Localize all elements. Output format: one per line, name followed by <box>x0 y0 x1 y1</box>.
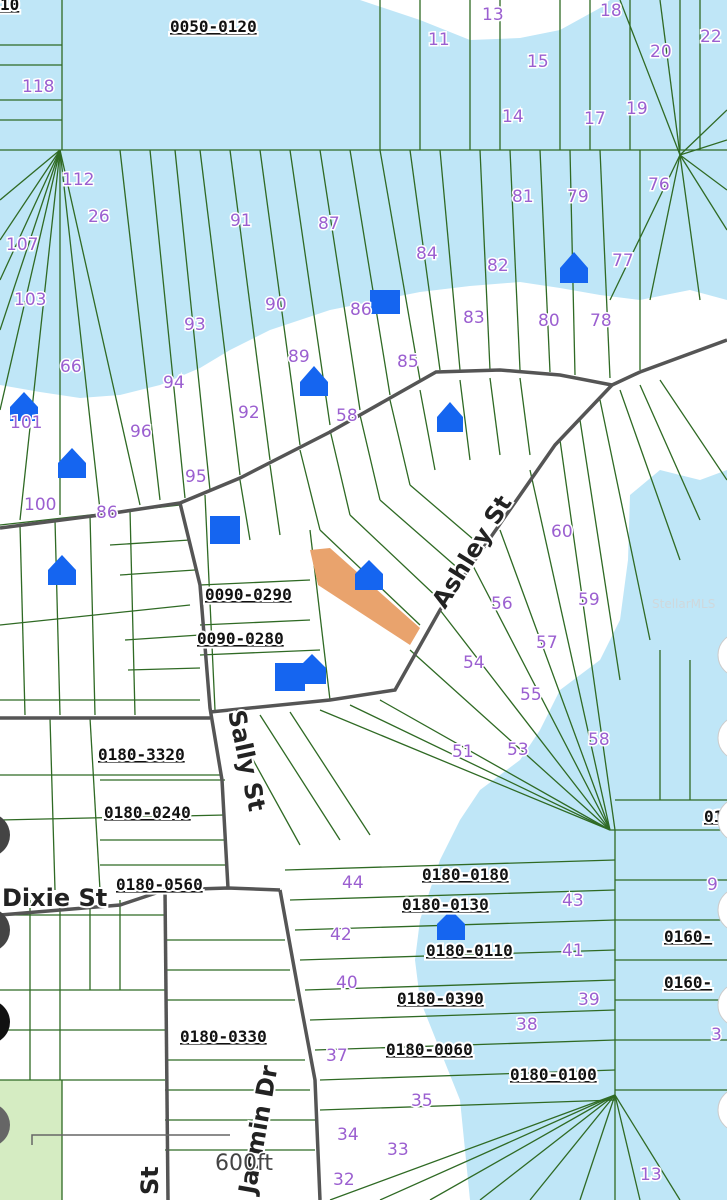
lot-number: 85 <box>397 352 419 372</box>
highlighted-parcel[interactable] <box>310 548 420 645</box>
lot-number: 13 <box>640 1165 662 1185</box>
watermark: StellarMLS <box>652 597 715 611</box>
lot-number: 112 <box>62 170 94 190</box>
lot-number: 80 <box>538 311 560 331</box>
lot-number: 103 <box>14 290 46 310</box>
lot-number: 58 <box>588 730 610 750</box>
lot-number: 20 <box>650 42 672 62</box>
parcel-label: 0090-0280 <box>197 629 284 648</box>
lot-number: 56 <box>491 594 513 614</box>
house-icon <box>58 448 86 478</box>
lot-number: 19 <box>626 99 648 119</box>
street-label-jasmin: Jasmin Dr <box>233 1063 283 1198</box>
house-icon <box>298 654 326 684</box>
lot-number: 38 <box>516 1015 538 1035</box>
lot-number: 39 <box>578 990 600 1010</box>
lot-number: 60 <box>551 522 573 542</box>
lot-number: 51 <box>452 742 474 762</box>
house-icon <box>437 402 463 432</box>
lot-number: 15 <box>527 52 549 72</box>
parcel-label: 0160- <box>664 927 712 946</box>
lot-number: 92 <box>238 403 260 423</box>
lot-number: 42 <box>330 925 352 945</box>
street-label-sally: Sally St <box>222 707 271 813</box>
street-label-dixie: Dixie St <box>2 884 107 912</box>
parcel-label: 0180-3320 <box>98 745 185 764</box>
lot-number: 32 <box>333 1170 355 1190</box>
lot-number: 33 <box>387 1140 409 1160</box>
lot-number: 9 <box>707 875 718 895</box>
zoom-control-icon <box>0 1003 10 1041</box>
lot-number: 34 <box>337 1125 359 1145</box>
lot-number: 54 <box>463 653 485 673</box>
lot-number: 77 <box>612 251 634 271</box>
lot-number: 53 <box>507 740 529 760</box>
lot-number: 66 <box>60 357 82 377</box>
lot-number: 41 <box>562 941 584 961</box>
lot-number: 89 <box>288 347 310 367</box>
parcel-label: 0160- <box>664 973 712 992</box>
house-icon <box>210 516 240 544</box>
parcel-label: 10 <box>0 0 19 14</box>
lot-number: 83 <box>463 308 485 328</box>
lot-number: 11 <box>428 30 450 50</box>
lot-number: 76 <box>648 175 670 195</box>
lot-number: 107 <box>6 235 38 255</box>
lot-number: 90 <box>265 295 287 315</box>
lot-number: 86 <box>350 300 372 320</box>
lot-number: 22 <box>700 27 722 47</box>
lot-number: 58 <box>336 406 358 426</box>
lot-number: 118 <box>22 77 54 97</box>
lot-number: 100 <box>24 495 56 515</box>
parcel-label: 0180-0560 <box>116 875 203 894</box>
lot-number: 79 <box>567 187 589 207</box>
lot-number: 96 <box>130 422 152 442</box>
parcel-label: 0180-0110 <box>426 941 513 960</box>
lot-number: 59 <box>578 590 600 610</box>
lot-number: 95 <box>185 467 207 487</box>
lot-number: 84 <box>416 244 438 264</box>
parcel-label: 0180-0390 <box>397 989 484 1008</box>
parcel-label: 0180-0130 <box>402 895 489 914</box>
house-icon <box>370 290 400 314</box>
house-icon <box>355 560 383 590</box>
lot-number: 78 <box>590 311 612 331</box>
lot-number: 91 <box>230 211 252 231</box>
lot-number: 86 <box>96 503 118 523</box>
lot-number: 40 <box>336 973 358 993</box>
lot-number: 26 <box>88 207 110 227</box>
lot-number: 81 <box>512 187 534 207</box>
lot-number: 17 <box>584 109 606 129</box>
parcel-label: 0180-0180 <box>422 865 509 884</box>
lot-number: 37 <box>326 1046 348 1066</box>
parcel-label: 0180-0240 <box>104 803 191 822</box>
parcel-label: 0050-0120 <box>170 17 257 36</box>
parcel-label: 0180-0060 <box>386 1040 473 1059</box>
lot-number: 3 <box>711 1025 722 1045</box>
lot-number: 55 <box>520 685 542 705</box>
lot-number: 43 <box>562 891 584 911</box>
parcel-map[interactable]: 0050-0120 0090-0290 0090-0280 0180-3320 … <box>0 0 727 1200</box>
lot-number: 35 <box>411 1091 433 1111</box>
park-area <box>0 1080 62 1200</box>
parcel-label: 0090-0290 <box>205 585 292 604</box>
scale-label: 600ft <box>215 1151 273 1176</box>
lot-number: 101 <box>10 413 42 433</box>
lot-number: 14 <box>502 107 524 127</box>
lot-number: 18 <box>600 1 622 21</box>
lot-number: 93 <box>184 315 206 335</box>
street-label-partial: St <box>136 1166 164 1195</box>
lot-number: 87 <box>318 214 340 234</box>
parcel-label: 0180-0330 <box>180 1027 267 1046</box>
lot-number: 57 <box>536 633 558 653</box>
house-icon <box>300 366 328 396</box>
lot-number: 94 <box>163 373 185 393</box>
lot-number: 44 <box>342 873 364 893</box>
lot-number: 82 <box>487 256 509 276</box>
lot-number: 13 <box>482 5 504 25</box>
house-icon <box>48 555 76 585</box>
parcel-label: 0180-0100 <box>510 1065 597 1084</box>
